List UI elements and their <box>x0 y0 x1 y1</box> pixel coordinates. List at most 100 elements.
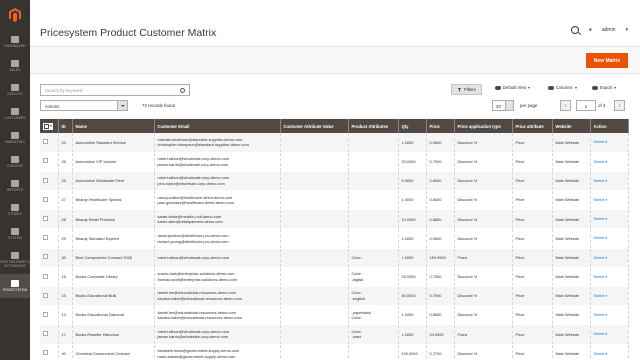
sidebar-item-dashboard[interactable]: Dashboard <box>0 30 30 54</box>
table-row[interactable]: 29 Beauty Standard Expired david.jackson@d… <box>40 228 629 249</box>
table-row[interactable]: 14 Books Educational Discount daniel.lee@e… <box>40 305 629 326</box>
email-line: karen.allen@retailpartners-demo.com <box>157 219 223 225</box>
row-checkbox[interactable] <box>43 216 48 222</box>
row-checkbox[interactable] <box>43 196 48 202</box>
row-select-cell[interactable] <box>40 209 59 230</box>
table-row[interactable]: 15 Books Educational Bulk daniel.lee@educa… <box>40 286 629 307</box>
row-checkbox[interactable] <box>43 254 48 260</box>
column-header-customer-email[interactable]: Customer Email <box>154 119 281 133</box>
sidebar-item-find-partners-extensions[interactable]: Find Partners & Extensions <box>0 246 30 274</box>
cell-id: 15 <box>58 286 73 307</box>
row-checkbox[interactable] <box>43 177 48 183</box>
email-line: sandra.baker@educational-resources-demo.… <box>157 315 242 321</box>
sidebar-item-label: Find Partners & Extensions <box>0 259 30 268</box>
sidebar-item-content[interactable]: Content <box>0 150 30 174</box>
row-select-cell[interactable] <box>40 267 59 288</box>
row-action-select[interactable]: Select <box>594 312 608 317</box>
sidebar-item-reports[interactable]: Reports <box>0 174 30 198</box>
column-header-qty[interactable]: Qty <box>398 119 427 133</box>
table-row[interactable]: 24 Automotive Standard Service michael.and… <box>40 133 629 153</box>
row-select-cell[interactable] <box>40 305 59 326</box>
row-action-select[interactable]: Select <box>594 274 608 279</box>
row-checkbox[interactable] <box>43 158 48 164</box>
table-row[interactable]: 27 Beauty Healthcare Special nancy.walker@… <box>40 190 629 211</box>
row-action-select[interactable]: Select <box>594 216 608 221</box>
cell-price-attribute: Price <box>512 286 553 307</box>
row-select-cell[interactable] <box>40 152 59 172</box>
table-row[interactable]: 28 Beauty Retail Premium sarah.white@medbi… <box>40 209 629 230</box>
row-action-select[interactable]: Select <box>594 255 608 260</box>
column-header-price-attribute[interactable]: Price attribute <box>512 119 553 133</box>
keyword-search-input[interactable]: Search by keyword <box>40 84 190 96</box>
sidebar-item-marketing[interactable]: Marketing <box>0 126 30 150</box>
mass-select-checkbox[interactable] <box>43 122 53 130</box>
row-select-cell[interactable] <box>40 190 59 211</box>
column-header-price[interactable]: Price <box>426 119 455 133</box>
row-action-select[interactable]: Select <box>594 159 608 164</box>
row-select-cell[interactable] <box>40 171 59 192</box>
table-row[interactable]: 26 Automotive VIP Volume robert.wilson@who… <box>40 152 629 172</box>
column-header-product-attributes[interactable]: Product Attributes <box>348 119 399 133</box>
row-checkbox[interactable] <box>43 235 48 241</box>
row-action-select[interactable]: Select <box>594 197 608 202</box>
user-icon[interactable]: ● <box>589 27 592 33</box>
cell-id: 26 <box>58 152 73 172</box>
row-action-select[interactable]: Select <box>594 235 608 240</box>
mass-actions-select[interactable]: Actions <box>40 100 128 111</box>
row-action-select[interactable]: Select <box>594 293 608 298</box>
columns-dropdown[interactable]: Columns <box>548 85 577 90</box>
row-checkbox[interactable] <box>43 331 48 337</box>
per-page-select[interactable]: 20 <box>492 100 514 111</box>
magento-logo[interactable] <box>0 0 30 30</box>
table-row[interactable]: 30 Blue Components Contract 2026 robert.wi… <box>40 248 629 268</box>
export-dropdown[interactable]: Export <box>592 85 617 90</box>
table-row[interactable]: 16 Books Corporate Library susan.clark@ent… <box>40 267 629 288</box>
sidebar-item-system[interactable]: System <box>0 222 30 246</box>
cell-price-application-type: Discount % <box>454 152 513 172</box>
page-number-input[interactable]: 1 <box>576 100 596 111</box>
row-action-select[interactable]: Select <box>594 351 608 356</box>
row-select-cell[interactable] <box>40 248 59 268</box>
column-header-website[interactable]: Website <box>552 119 591 133</box>
column-header-price-application-type[interactable]: Price application type <box>454 119 513 133</box>
row-select-cell[interactable] <box>40 133 59 153</box>
row-select-cell[interactable] <box>40 228 59 249</box>
row-action-select[interactable]: Select <box>594 139 608 144</box>
row-checkbox[interactable] <box>43 350 48 356</box>
cell-qty: 50.0000 <box>398 286 427 307</box>
row-select-cell[interactable] <box>40 286 59 307</box>
row-checkbox[interactable] <box>43 273 48 279</box>
sidebar-item-label: Reports <box>6 187 24 192</box>
sidebar-item-stores[interactable]: Stores <box>0 198 30 222</box>
previous-page-button[interactable]: ‹ <box>560 100 571 111</box>
row-checkbox[interactable] <box>43 311 48 317</box>
mass-select-header[interactable] <box>40 119 59 133</box>
user-menu[interactable]: admin <box>602 27 616 33</box>
search-placeholder: Search by keyword <box>45 88 83 93</box>
sidebar-item-label: Marketing <box>5 139 25 144</box>
actions-label: Actions <box>45 103 60 109</box>
filters-button[interactable]: Filters <box>451 84 482 95</box>
global-search-icon[interactable] <box>570 26 579 34</box>
search-icon[interactable] <box>180 87 185 93</box>
row-action-select[interactable]: Select <box>594 331 608 336</box>
table-row[interactable]: 40 Chemical Government Contract elizabeth.… <box>40 344 629 360</box>
row-action-select[interactable]: Select <box>594 178 608 183</box>
next-page-button[interactable]: › <box>614 100 625 111</box>
sidebar-item-customers[interactable]: Customers <box>0 102 30 126</box>
sidebar-item-pricesystem[interactable]: Pricesystem <box>0 274 30 298</box>
sidebar-item-catalog[interactable]: Catalog <box>0 78 30 102</box>
column-header-name[interactable]: Name <box>72 119 155 133</box>
sidebar-item-sales[interactable]: Sales <box>0 54 30 78</box>
column-header-customer-attribute-value[interactable]: Customer Attribute Value <box>280 119 349 133</box>
row-checkbox[interactable] <box>43 139 48 145</box>
column-header-id[interactable]: ID <box>58 119 73 133</box>
default-view-dropdown[interactable]: Default View <box>495 85 531 90</box>
row-select-cell[interactable] <box>40 324 59 345</box>
row-select-cell[interactable] <box>40 344 59 360</box>
table-row[interactable]: 25 Automotive Wholesale Fleet robert.wilso… <box>40 171 629 192</box>
table-row[interactable]: 17 Books Reseller Historical robert.wilson… <box>40 324 629 345</box>
row-checkbox[interactable] <box>43 292 48 298</box>
new-matrix-button[interactable]: New Matrix <box>586 53 628 68</box>
chevron-down-icon[interactable]: ▾ <box>625 27 628 33</box>
